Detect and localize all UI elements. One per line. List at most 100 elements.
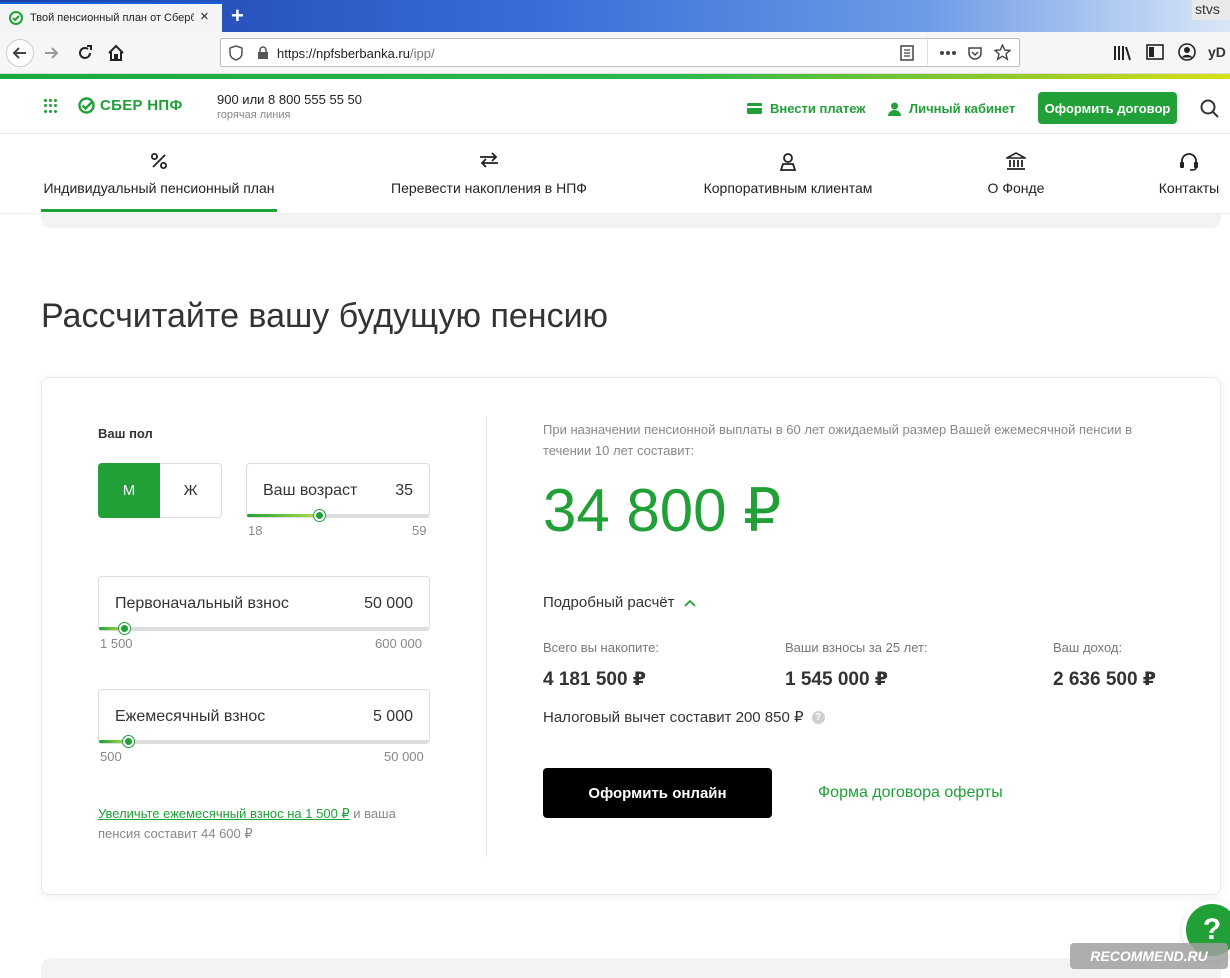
chevron-up-icon: [684, 599, 697, 607]
initial-payment-field[interactable]: Первоначальный взнос 50 000: [98, 576, 430, 631]
income-label: Ваш доход:: [1053, 640, 1123, 655]
detailed-calc-toggle[interactable]: Подробный расчёт: [543, 594, 697, 611]
address-bar[interactable]: https://npfsberbanka.ru/ipp/: [220, 37, 1020, 67]
watermark: RECOMMEND.RU: [1070, 943, 1228, 969]
monthly-payment-label: Ежемесячный взнос: [115, 708, 266, 725]
reload-button[interactable]: [72, 40, 98, 66]
result-description: При назначении пенсионной выплаты в 60 л…: [543, 422, 1133, 458]
banner-strip: [41, 214, 1221, 228]
search-icon[interactable]: [1200, 99, 1219, 118]
age-value: 35: [395, 482, 413, 499]
initial-payment-max: 600 000: [375, 636, 422, 651]
card-divider: [486, 417, 487, 857]
initial-payment-min: 1 500: [100, 636, 133, 651]
menu-label: Индивидуальный пенсионный план: [43, 180, 275, 196]
pocket-icon[interactable]: [967, 45, 983, 61]
yd-extension[interactable]: yD: [1208, 44, 1226, 60]
back-button[interactable]: [6, 39, 34, 67]
age-field[interactable]: Ваш возраст 35: [246, 463, 430, 518]
reader-view-icon[interactable]: [900, 45, 914, 61]
monthly-payment-value: 5 000: [372, 708, 413, 725]
pay-link[interactable]: Внести платеж: [747, 101, 865, 116]
menu-item-corporate[interactable]: Корпоративным клиентам: [693, 134, 883, 212]
sber-logo-icon: [78, 97, 95, 114]
menu-item-transfer[interactable]: Перевести накопления в НПФ: [384, 134, 594, 212]
card-icon: [747, 103, 762, 114]
user-icon: [888, 102, 901, 116]
hotline-label: горячая линия: [217, 109, 291, 121]
contributions-label: Ваши взносы за 25 лет:: [785, 640, 928, 655]
home-button[interactable]: [103, 40, 129, 66]
menu-label: О Фонде: [987, 180, 1045, 196]
income-value: 2 636 500 ₽: [1053, 669, 1157, 690]
monthly-payment-max: 50 000: [384, 749, 424, 764]
bank-building-icon: [1006, 152, 1026, 170]
age-min: 18: [248, 523, 263, 538]
separator: [927, 37, 928, 65]
main-menu: Индивидуальный пенсионный план Перевести…: [0, 134, 1230, 214]
arrow-right-icon: [45, 47, 59, 59]
browser-tab[interactable]: Твой пенсионный план от Сбербанка ×: [0, 2, 222, 32]
help-tooltip-icon[interactable]: ?: [811, 710, 825, 724]
sidebar-icon[interactable]: [1146, 44, 1164, 60]
increase-payment-link[interactable]: Увеличьте ежемесячный взнос на 1 500 ₽: [98, 806, 350, 821]
total-savings-value: 4 181 500 ₽: [543, 669, 647, 690]
forward-button[interactable]: [38, 40, 64, 66]
user-badge: stvs: [1192, 0, 1230, 20]
monthly-payment-min: 500: [100, 749, 122, 764]
menu-label: Перевести накопления в НПФ: [391, 180, 587, 196]
new-tab-button[interactable]: +: [231, 3, 244, 29]
menu-item-about[interactable]: О Фонде: [983, 134, 1049, 212]
logo[interactable]: СБЕР НПФ: [78, 97, 183, 114]
next-section-strip: [41, 958, 1221, 978]
library-icon[interactable]: [1113, 45, 1131, 61]
gender-male-button[interactable]: М: [98, 463, 160, 518]
gender-label: Ваш пол: [98, 426, 153, 441]
gender-female-button[interactable]: Ж: [160, 463, 222, 518]
home-icon: [108, 44, 124, 61]
age-slider[interactable]: [247, 510, 429, 521]
arrow-left-icon: [12, 47, 26, 59]
more-icon[interactable]: [939, 50, 957, 56]
menu-label: Контакты: [1158, 180, 1220, 196]
browser-tab-bar: Твой пенсионный план от Сбербанка × + st…: [0, 0, 1230, 32]
age-max: 59: [412, 523, 427, 538]
account-icon[interactable]: [1178, 43, 1196, 61]
cabinet-link[interactable]: Личный кабинет: [888, 101, 1015, 116]
contributions-value: 1 545 000 ₽: [785, 669, 889, 690]
detailed-calc-label: Подробный расчёт: [543, 594, 675, 611]
lock-icon: [258, 46, 268, 59]
reload-icon: [79, 45, 92, 59]
apply-online-button[interactable]: Оформить онлайн: [543, 768, 772, 818]
transfer-arrows-icon: [480, 152, 498, 168]
offer-contract-link[interactable]: Форма договора оферты: [818, 784, 1003, 802]
initial-payment-slider[interactable]: [99, 623, 429, 634]
pay-label: Внести платеж: [770, 101, 866, 116]
menu-item-ipp[interactable]: Индивидуальный пенсионный план: [41, 134, 277, 212]
tax-deduction-text: Налоговый вычет составит 200 850 ₽: [543, 709, 804, 726]
menu-item-contacts[interactable]: Контакты: [1150, 134, 1228, 212]
url-host: https://npfsberbanka.ru: [277, 46, 410, 61]
sign-contract-button[interactable]: Оформить договор: [1038, 92, 1177, 124]
monthly-payment-slider-handle[interactable]: [122, 736, 134, 747]
hotline-phone[interactable]: 900 или 8 800 555 55 50: [217, 92, 362, 107]
bookmark-star-icon[interactable]: [994, 44, 1011, 61]
url-path: /ipp/: [409, 46, 435, 61]
browser-nav-bar: https://npfsberbanka.ru/ipp/ yD: [0, 32, 1230, 74]
cabinet-label: Личный кабинет: [909, 101, 1016, 116]
tab-title: Твой пенсионный план от Сбербанка: [30, 12, 194, 24]
age-slider-handle[interactable]: [313, 510, 325, 521]
tab-close-icon[interactable]: ×: [200, 8, 209, 25]
increase-hint: Увеличьте ежемесячный взнос на 1 500 ₽ и…: [98, 804, 438, 844]
initial-payment-value: 50 000: [364, 595, 413, 612]
pension-amount: 34 800 ₽: [543, 477, 782, 544]
site-header: СБЕР НПФ 900 или 8 800 555 55 50 горячая…: [0, 79, 1230, 134]
menu-label: Корпоративным клиентам: [703, 180, 873, 196]
age-slider-fill: [247, 514, 320, 517]
apps-grid-icon[interactable]: [44, 99, 58, 113]
monthly-payment-slider[interactable]: [99, 736, 429, 747]
monthly-payment-field[interactable]: Ежемесячный взнос 5 000: [98, 689, 430, 744]
person-location-icon: [779, 153, 797, 171]
shield-icon: [229, 45, 243, 61]
percent-icon: [151, 153, 167, 169]
